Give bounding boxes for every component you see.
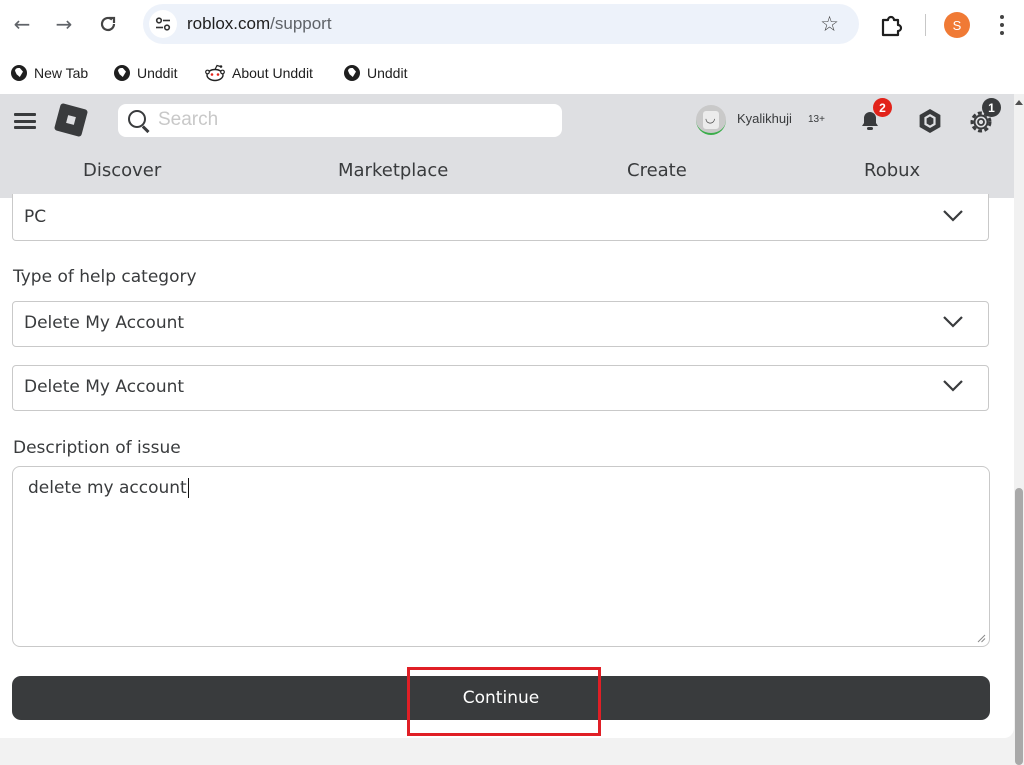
toolbar-divider — [925, 14, 926, 36]
reload-icon[interactable] — [94, 10, 122, 38]
nav-discover[interactable]: Discover — [83, 160, 161, 181]
url-path: /support — [270, 14, 332, 33]
nav-create[interactable]: Create — [627, 160, 687, 181]
description-textarea[interactable]: delete my account — [12, 466, 990, 647]
bookmark-new-tab[interactable]: New Tab — [11, 62, 88, 84]
help-category-select[interactable]: Delete My Account — [12, 301, 989, 347]
roblox-logo-icon[interactable] — [53, 102, 89, 138]
extensions-puzzle-icon[interactable] — [878, 12, 904, 38]
user-avatar[interactable] — [696, 105, 726, 135]
device-select[interactable]: PC — [12, 194, 989, 241]
text-cursor — [187, 478, 189, 498]
search-icon — [128, 110, 146, 128]
bookmark-label: Unddit — [137, 65, 178, 81]
roblox-header: Search Kyalikhuji 13+ 2 1 Discover Marke… — [0, 94, 1014, 198]
settings-count-badge: 1 — [982, 98, 1001, 117]
url-text: roblox.com/support — [187, 14, 332, 34]
reddit-alien-icon — [205, 64, 225, 82]
description-text: delete my account — [28, 478, 189, 498]
bookmarks-bar: New Tab Unddit About Unddit Unddit — [0, 52, 1024, 94]
menu-hamburger-icon[interactable] — [14, 113, 36, 129]
search-placeholder: Search — [158, 109, 219, 130]
description-label: Description of issue — [13, 438, 181, 458]
back-arrow-icon[interactable]: ← — [8, 10, 36, 38]
address-bar[interactable]: roblox.com/support ☆ — [143, 4, 859, 44]
age-label: 13+ — [808, 114, 825, 125]
bookmark-star-icon[interactable]: ☆ — [820, 12, 839, 36]
globe-icon — [11, 65, 27, 81]
globe-icon — [114, 65, 130, 81]
annotation-highlight-box — [407, 667, 601, 736]
help-subcategory-select[interactable]: Delete My Account — [12, 365, 989, 411]
nav-robux[interactable]: Robux — [864, 160, 920, 181]
chevron-down-icon — [943, 380, 963, 392]
search-input[interactable]: Search — [118, 104, 562, 137]
bookmark-unddit[interactable]: Unddit — [114, 62, 177, 84]
profile-avatar[interactable]: S — [944, 12, 970, 38]
browser-menu-icon[interactable] — [992, 12, 1012, 38]
robux-icon[interactable] — [916, 107, 944, 135]
device-select-value: PC — [24, 207, 47, 227]
help-subcategory-value: Delete My Account — [24, 377, 185, 397]
support-form: PC Type of help category Delete My Accou… — [0, 194, 1014, 738]
bookmark-about-unddit[interactable]: About Unddit — [205, 62, 313, 84]
nav-marketplace[interactable]: Marketplace — [338, 160, 448, 181]
bookmark-label: New Tab — [34, 65, 89, 81]
notification-count-badge: 2 — [873, 98, 892, 117]
category-label: Type of help category — [13, 267, 197, 287]
username[interactable]: Kyalikhuji — [737, 111, 792, 126]
description-value: delete my account — [28, 478, 187, 498]
help-category-value: Delete My Account — [24, 313, 185, 333]
chevron-down-icon — [943, 210, 963, 222]
forward-arrow-icon[interactable]: → — [50, 10, 78, 38]
bookmark-label: About Unddit — [232, 65, 313, 81]
bookmark-label: Unddit — [367, 65, 408, 81]
scrollbar-thumb[interactable] — [1015, 488, 1023, 765]
chevron-down-icon — [943, 316, 963, 328]
site-info-icon[interactable] — [149, 10, 177, 38]
resize-handle-icon[interactable] — [976, 633, 986, 643]
globe-icon — [344, 65, 360, 81]
bookmark-unddit-2[interactable]: Unddit — [344, 62, 407, 84]
scroll-up-arrow-icon[interactable] — [1015, 100, 1023, 105]
browser-toolbar: ← → roblox.com/support ☆ S — [0, 0, 1024, 52]
url-host: roblox.com — [187, 14, 271, 33]
